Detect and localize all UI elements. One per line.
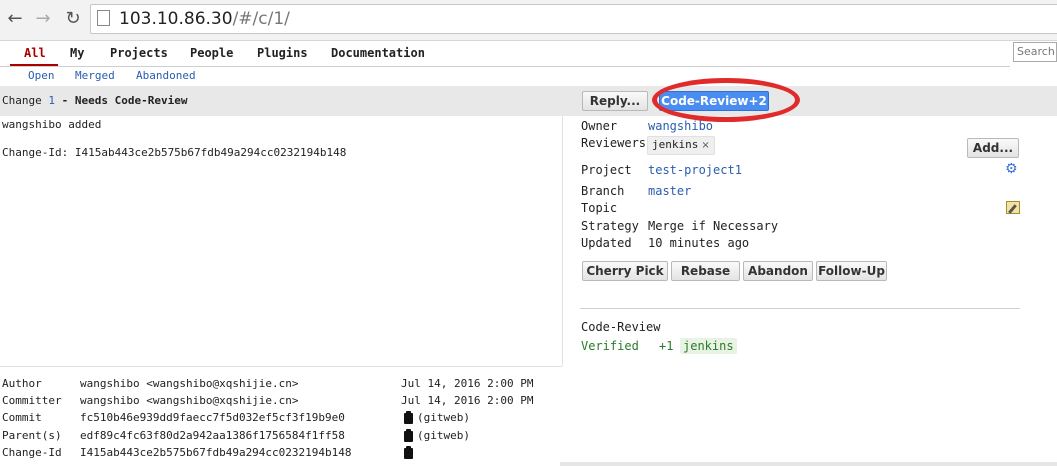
- branch-link[interactable]: master: [648, 184, 691, 198]
- code-review-label: Code-Review: [581, 320, 661, 334]
- copy-clipboard-icon[interactable]: [404, 446, 413, 459]
- commit-label: Commit: [2, 411, 42, 424]
- menu-documentation[interactable]: Documentation: [331, 46, 425, 60]
- submenu-merged[interactable]: Merged: [75, 69, 115, 82]
- committer-label: Committer: [2, 394, 62, 407]
- url-path: /#/c/1/: [232, 9, 290, 29]
- reviewer-chip: jenkins ×: [647, 136, 715, 155]
- copy-clipboard-icon[interactable]: [404, 429, 413, 442]
- abandon-button[interactable]: Abandon: [743, 261, 813, 281]
- author-label: Author: [2, 377, 42, 390]
- change-status: - Needs Code-Review: [54, 94, 188, 107]
- page-icon: [97, 10, 110, 26]
- verified-by-chip: jenkins: [680, 338, 737, 354]
- submenu-open[interactable]: Open: [28, 69, 55, 82]
- commit-message-line1: wangshibo added: [2, 118, 102, 131]
- commit-hash: fc510b46e939dd9faecc7f5d032ef5cf3f19b9e0: [80, 411, 345, 424]
- menu-all[interactable]: All: [24, 46, 46, 60]
- reload-icon[interactable]: ↻: [62, 8, 84, 30]
- changeid-label: Change-Id: [2, 446, 62, 459]
- menu-people[interactable]: People: [190, 46, 233, 60]
- forward-arrow-icon[interactable]: →: [32, 8, 54, 30]
- parents-label: Parent(s): [2, 429, 62, 442]
- project-link[interactable]: test-project1: [648, 163, 742, 177]
- reviewer-name: jenkins: [652, 138, 699, 151]
- submenu-abandoned[interactable]: Abandoned: [136, 69, 196, 82]
- remove-reviewer-icon[interactable]: ×: [701, 140, 709, 151]
- url-text: 103.10.86.30/#/c/1/: [119, 9, 290, 29]
- owner-link[interactable]: wangshibo: [648, 119, 713, 133]
- commit-divider: [0, 366, 562, 367]
- copy-clipboard-icon[interactable]: [404, 411, 413, 424]
- follow-up-button[interactable]: Follow-Up: [816, 261, 887, 281]
- url-host: 103.10.86.30: [119, 9, 233, 29]
- labels-divider: [580, 308, 1020, 309]
- verified-label: Verified: [581, 339, 639, 353]
- menu-my[interactable]: My: [70, 46, 84, 60]
- change-number-link[interactable]: 1: [48, 94, 55, 107]
- highlight-annotation-circle: [652, 78, 800, 122]
- cherry-pick-button[interactable]: Cherry Pick: [582, 261, 668, 281]
- parent-hash: edf89c4fc63f80d2a942aa1386f1756584f1ff58: [80, 429, 345, 442]
- menu-projects[interactable]: Projects: [110, 46, 168, 60]
- back-arrow-icon[interactable]: ←: [4, 8, 26, 30]
- topic-label: Topic: [581, 201, 618, 215]
- parent-gitweb-link[interactable]: (gitweb): [417, 429, 470, 442]
- vertical-divider: [562, 116, 563, 366]
- project-label: Project: [581, 163, 632, 177]
- change-header: Change 1 - Needs Code-Review: [0, 86, 1057, 116]
- search-input[interactable]: Search: [1013, 42, 1057, 62]
- change-title: Change 1 - Needs Code-Review: [2, 94, 187, 107]
- author-date: Jul 14, 2016 2:00 PM: [401, 377, 534, 390]
- rebase-button[interactable]: Rebase: [671, 261, 740, 281]
- verified-score: +1: [659, 339, 674, 353]
- reply-button[interactable]: Reply...: [582, 91, 648, 111]
- commit-message-changeid: Change-Id: I415ab443ce2b575b67fdb49a294c…: [2, 146, 347, 159]
- menu-divider: [0, 66, 1010, 67]
- updated-value: 10 minutes ago: [648, 236, 750, 250]
- url-bar[interactable]: 103.10.86.30/#/c/1/: [90, 4, 1057, 34]
- change-title-prefix: Change: [2, 94, 49, 107]
- horizontal-scrollbar[interactable]: [560, 462, 1057, 466]
- strategy-label: Strategy: [581, 219, 639, 233]
- branch-label: Branch: [581, 184, 625, 198]
- committer-date: Jul 14, 2016 2:00 PM: [401, 394, 534, 407]
- updated-label: Updated: [581, 236, 632, 250]
- commit-gitweb-link[interactable]: (gitweb): [417, 411, 470, 424]
- add-reviewer-button[interactable]: Add...: [967, 138, 1019, 158]
- menu-plugins[interactable]: Plugins: [257, 46, 308, 60]
- edit-topic-icon[interactable]: [1006, 201, 1020, 214]
- committer-link[interactable]: wangshibo <wangshibo@xqshijie.cn>: [80, 394, 299, 407]
- gear-icon[interactable]: ⚙: [1005, 161, 1018, 177]
- browser-toolbar: ← → ↻ 103.10.86.30/#/c/1/: [0, 0, 1057, 41]
- author-link[interactable]: wangshibo <wangshibo@xqshijie.cn>: [80, 377, 299, 390]
- strategy-value: Merge if Necessary: [648, 219, 779, 233]
- reviewers-label: Reviewers: [581, 136, 647, 150]
- changeid-value: I415ab443ce2b575b67fdb49a294cc0232194b14…: [80, 446, 352, 459]
- owner-label: Owner: [581, 119, 618, 133]
